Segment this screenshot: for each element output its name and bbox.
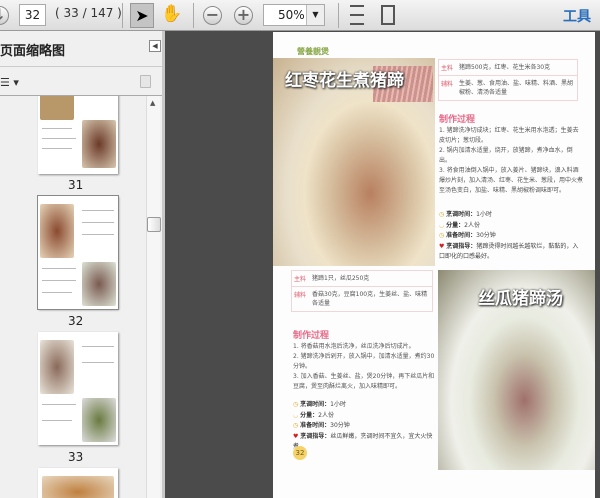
info-value: 2人份	[464, 221, 480, 229]
info-label: 分量：	[446, 221, 465, 229]
info-value: 1小时	[330, 401, 346, 408]
select-tool-icon[interactable]: ➤	[130, 3, 154, 28]
chevron-down-icon[interactable]: ▼	[306, 5, 324, 25]
hand-tool-icon[interactable]: ✋	[161, 4, 182, 24]
recipe2-photo: 丝瓜猪蹄汤	[438, 270, 595, 470]
panel-toolbar: ☰ ▾	[0, 66, 162, 96]
zoom-in-button[interactable]: +	[234, 6, 253, 25]
info-value: 2人份	[318, 411, 334, 419]
step: 3. 将食用油倒入锅中，放入姜片、猪蹄块，濞入料酒爆炒片刻，加入清汤、红枣、花生…	[439, 167, 584, 194]
recipe2-process-heading: 制作过程	[293, 331, 330, 341]
info-label: 烹调指导：	[446, 242, 477, 250]
thumbnail-page-34[interactable]	[38, 468, 118, 498]
recipe2-info: ◷ 烹调时间：1小时 ◡ 分量：2人份 ◷ 准备时间：30分钟 ♥ 烹调指导：丝…	[293, 400, 435, 453]
thumbnails-panel: 页面缩略图 ◀ ☰ ▾ 31 32 33 ▲	[0, 31, 165, 498]
thumbnail-list: 31 32 33 ▲	[0, 95, 162, 498]
tools-button[interactable]: 工具	[563, 6, 591, 26]
info-value: 30分钟	[330, 422, 350, 429]
recipe1-steps: 1. 猪蹄洗净切成块；红枣、花生米用水泡透；生姜去皮切片；葱切段。 2. 锅内加…	[439, 126, 584, 196]
recipe1-photo: 红枣花生煮猪蹄	[273, 58, 435, 266]
trash-icon[interactable]	[140, 75, 151, 88]
recipe1-ingredients: 主料 猪蹄500克，红枣、花生米各30克 辅料 生姜、葱、食用油、盐、味精、料酒、黑…	[438, 59, 578, 101]
page-number-input[interactable]: 32	[19, 4, 46, 26]
thumbnail-scrollbar[interactable]: ▲	[146, 96, 161, 498]
main-label: 主料	[294, 276, 307, 283]
recipe2-steps: 1. 将香菇用水泡后洗净，丝瓜洗净后切成片。 2. 猪蹄洗净后剁开，放入锅中，加…	[293, 342, 438, 392]
scrollbar-thumb[interactable]	[147, 217, 161, 232]
scroll-up-icon[interactable]: ▲	[150, 99, 155, 107]
info-label: 分量：	[300, 411, 319, 419]
info-label: 准备时间：	[446, 232, 477, 239]
options-menu-icon[interactable]: ☰ ▾	[0, 76, 19, 89]
fit-width-icon[interactable]	[350, 5, 364, 25]
separator	[193, 3, 194, 28]
recipe2-ingredients: 主料 猪蹄1只，丝瓜250克 辅料 香菇30克，豆腐100克，生姜丝、盐、味精各适量	[291, 270, 433, 312]
info-label: 烹调时间：	[300, 401, 331, 408]
thumbnail-label: 32	[68, 314, 84, 328]
main-ingredients: 猪蹄500克，红枣、花生米各30克	[459, 64, 551, 71]
thumbnail-label: 31	[68, 178, 84, 192]
zoom-value: 50%	[278, 8, 305, 22]
recipe1-title: 红枣花生煮猪蹄	[285, 71, 404, 91]
info-value: 30分钟	[476, 232, 496, 239]
step: 3. 加入香菇、生姜丝、盐，煲20分钟，再下丝瓜片和豆腐，煲至肉酥烂离火，加入味…	[293, 373, 435, 390]
step: 2. 猪蹄洗净后剁开，放入锅中，加清水适量，煮约30分钟。	[293, 353, 435, 370]
thumbnail-page-33[interactable]	[38, 332, 118, 445]
next-page-button[interactable]: ↓	[0, 6, 9, 25]
recipe2-title: 丝瓜猪蹄汤	[478, 289, 563, 309]
step: 2. 锅内加清水适量，烧开，放猪蹄，煮净血水，倒出。	[439, 147, 573, 164]
separator	[338, 3, 339, 28]
main-label: 主料	[441, 65, 454, 72]
fit-page-icon[interactable]	[381, 5, 395, 25]
aux-label: 辅料	[441, 81, 454, 88]
aux-label: 辅料	[294, 292, 307, 299]
page-number-badge: 32	[293, 446, 307, 460]
zoom-select[interactable]: 50% ▼	[263, 4, 325, 26]
thumbnail-page-32[interactable]	[37, 195, 119, 310]
aux-ingredients: 生姜、葱、食用油、盐、味精、料酒、黑胡椒粉、清汤各适量	[459, 80, 574, 96]
info-label: 烹调时间：	[446, 211, 477, 218]
main-ingredients: 猪蹄1只，丝瓜250克	[312, 275, 370, 282]
panel-title: 页面缩略图	[0, 44, 66, 59]
brand-logo: 營養靚煲	[297, 47, 329, 56]
recipe1-info: ◷ 烹调时间：1小时 ◡ 分量：2人份 ◷ 准备时间：30分钟 ♥ 烹调指导：猪…	[439, 210, 584, 263]
thumbnail-label: 33	[68, 450, 84, 464]
step: 1. 猪蹄洗净切成块；红枣、花生米用水泡透；生姜去皮切片；葱切段。	[439, 127, 579, 144]
step: 1. 将香菇用水泡后洗净，丝瓜洗净后切成片。	[293, 343, 415, 350]
info-label: 准备时间：	[300, 422, 331, 429]
recipe1-process-heading: 制作过程	[439, 115, 476, 125]
info-label: 烹调指导：	[300, 432, 331, 440]
document-page: 營養靚煲 红枣花生煮猪蹄 主料 猪蹄500克，红枣、花生米各30克 辅料 生姜、葱、…	[273, 32, 595, 498]
zoom-out-button[interactable]: −	[203, 6, 222, 25]
collapse-panel-button[interactable]: ◀	[149, 40, 161, 52]
thumbnail-page-31[interactable]	[38, 96, 118, 174]
page-count: ( 33 / 147 )	[55, 6, 122, 20]
aux-ingredients: 香菇30克，豆腐100克，生姜丝、盐、味精各适量	[312, 291, 428, 307]
toolbar: ↓ 32 ( 33 / 147 ) ➤ ✋ − + 50%▼ 工具	[0, 0, 600, 31]
info-value: 1小时	[476, 211, 492, 218]
separator	[122, 3, 123, 28]
